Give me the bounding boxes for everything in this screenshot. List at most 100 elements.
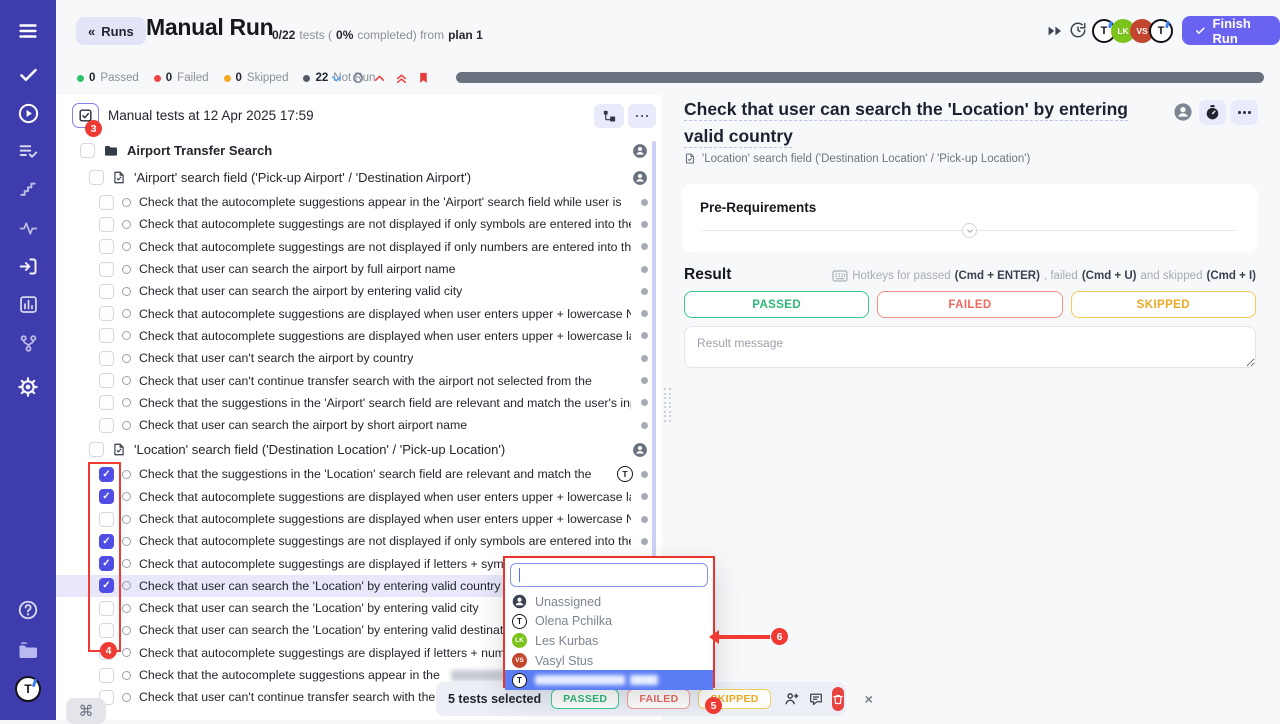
skipped-button[interactable]: SKIPPED xyxy=(1071,291,1256,318)
row-checkbox[interactable] xyxy=(99,668,114,683)
panel-resize-handle[interactable] xyxy=(664,388,671,422)
row-checkbox[interactable] xyxy=(99,534,114,549)
tree-row[interactable]: Check that autocomplete suggestions are … xyxy=(56,486,662,508)
assignee-option[interactable]: LK Les Kurbas xyxy=(505,631,713,651)
tree-row[interactable]: Check that autocomplete suggestings are … xyxy=(56,236,662,258)
integrations-icon[interactable] xyxy=(0,333,56,354)
test-status-circle xyxy=(122,287,131,296)
tree-row[interactable]: Check that user can search the airport b… xyxy=(56,414,662,436)
tree-row[interactable]: 'Location' search field ('Destination Lo… xyxy=(56,436,662,463)
bulk-close-button[interactable]: × xyxy=(865,691,873,707)
bulk-assign-icon[interactable] xyxy=(783,691,800,707)
bulk-comment-icon[interactable] xyxy=(808,692,824,707)
assignee-option-selected[interactable]: T xyxy=(505,670,713,690)
bulk-delete-button[interactable] xyxy=(832,687,844,711)
row-checkbox[interactable] xyxy=(80,143,95,158)
bulk-failed-button[interactable]: FAILED xyxy=(627,689,690,709)
assignee-search-input[interactable] xyxy=(510,563,708,587)
tree-row[interactable]: Check that autocomplete suggestions are … xyxy=(56,302,662,324)
test-case-title[interactable]: Check that user can search the 'Location… xyxy=(684,96,1162,150)
annotation-badge-4: 4 xyxy=(100,642,117,659)
tree-row[interactable]: 'Airport' search field ('Pick-up Airport… xyxy=(56,164,662,191)
shared-steps-icon[interactable] xyxy=(0,179,56,199)
row-checkbox[interactable] xyxy=(99,578,114,593)
tree-row[interactable]: Check that the suggestions in the 'Locat… xyxy=(56,463,662,485)
assignee-option[interactable]: VS Vasyl Stus xyxy=(505,651,713,671)
row-checkbox[interactable] xyxy=(99,262,114,277)
assign-user-icon[interactable] xyxy=(632,143,648,159)
suite-breadcrumb[interactable]: 'Location' search field ('Destination Lo… xyxy=(684,152,1030,165)
chevron-down-icon[interactable] xyxy=(330,72,343,85)
assign-user-icon[interactable] xyxy=(632,170,648,186)
menu-icon[interactable] xyxy=(0,20,56,42)
tree-more-button[interactable] xyxy=(628,104,656,128)
row-checkbox[interactable] xyxy=(99,418,114,433)
projects-icon[interactable] xyxy=(0,638,56,662)
tree-row[interactable]: Check that user can't continue transfer … xyxy=(56,369,662,391)
assign-user-icon[interactable] xyxy=(1173,102,1193,127)
requirements-icon[interactable] xyxy=(0,256,56,277)
row-checkbox[interactable] xyxy=(99,239,114,254)
passed-button[interactable]: PASSED xyxy=(684,291,869,318)
tree-row[interactable]: Check that user can search the airport b… xyxy=(56,258,662,280)
detail-more-button[interactable] xyxy=(1231,100,1258,125)
fast-forward-icon[interactable] xyxy=(1047,24,1063,38)
assignee-option-unassigned[interactable]: Unassigned xyxy=(505,592,713,612)
tree-row[interactable]: Check that autocomplete suggestions are … xyxy=(56,508,662,530)
tree-row[interactable]: Check that user can't search the airport… xyxy=(56,347,662,369)
row-checkbox[interactable] xyxy=(99,306,114,321)
tree-row[interactable]: Check that autocomplete suggestings are … xyxy=(56,530,662,552)
milestones-icon[interactable] xyxy=(0,218,56,239)
tree-row[interactable]: Check that user can search the airport b… xyxy=(56,280,662,302)
redacted-name xyxy=(535,675,658,685)
row-checkbox[interactable] xyxy=(99,512,114,527)
failed-button[interactable]: FAILED xyxy=(877,291,1062,318)
tree-view-button[interactable] xyxy=(594,104,624,128)
row-checkbox[interactable] xyxy=(99,623,114,638)
row-checkbox[interactable] xyxy=(99,395,114,410)
tree-row[interactable]: Airport Transfer Search xyxy=(56,137,662,164)
pre-requirements-card: Pre-Requirements xyxy=(682,184,1258,252)
circle-icon[interactable] xyxy=(352,72,364,84)
test-plans-icon[interactable] xyxy=(0,141,56,162)
help-icon[interactable] xyxy=(0,599,56,621)
collapse-toggle[interactable] xyxy=(962,223,977,238)
row-checkbox[interactable] xyxy=(99,217,114,232)
finish-run-button[interactable]: Finish Run xyxy=(1182,16,1280,45)
row-checkbox[interactable] xyxy=(99,328,114,343)
assign-user-icon[interactable] xyxy=(632,442,648,458)
reports-icon[interactable] xyxy=(0,294,56,315)
chevrons-up-icon[interactable] xyxy=(395,72,408,85)
row-checkbox[interactable] xyxy=(99,556,114,571)
row-checkbox[interactable] xyxy=(99,489,114,504)
row-checkbox[interactable] xyxy=(89,442,104,457)
chevron-up-icon[interactable] xyxy=(373,72,386,85)
tree-row[interactable]: Check that the autocomplete suggestions … xyxy=(56,191,662,213)
row-checkbox[interactable] xyxy=(99,373,114,388)
row-checkbox[interactable] xyxy=(99,195,114,210)
settings-icon[interactable] xyxy=(0,376,56,398)
result-message-input[interactable] xyxy=(684,326,1256,368)
bookmark-icon[interactable] xyxy=(417,71,430,85)
row-checkbox[interactable] xyxy=(99,467,114,482)
row-checkbox[interactable] xyxy=(99,601,114,616)
test-cases-icon[interactable] xyxy=(0,64,56,85)
profile-avatar[interactable]: T xyxy=(0,676,56,702)
tree-row[interactable]: Check that autocomplete suggestings are … xyxy=(56,213,662,235)
back-to-runs-button[interactable]: « Runs xyxy=(76,17,146,45)
row-checkbox[interactable] xyxy=(99,351,114,366)
failed-count: 0Failed xyxy=(154,72,209,84)
assignee-option[interactable]: T Olena Pchilka xyxy=(505,612,713,632)
tree-row[interactable]: Check that the suggestions in the 'Airpo… xyxy=(56,392,662,414)
row-title: Check that the autocomplete suggestions … xyxy=(139,668,440,682)
row-checkbox[interactable] xyxy=(99,284,114,299)
bulk-passed-button[interactable]: PASSED xyxy=(551,689,619,709)
test-runs-icon[interactable] xyxy=(0,102,56,125)
command-key-button[interactable]: ⌘ xyxy=(66,698,106,724)
row-checkbox[interactable] xyxy=(89,170,104,185)
test-status-circle xyxy=(122,604,131,613)
time-estimate-button[interactable] xyxy=(1199,100,1226,125)
retest-timer-icon[interactable] xyxy=(1069,21,1087,39)
test-suite-icon xyxy=(112,170,126,185)
tree-row[interactable]: Check that autocomplete suggestions are … xyxy=(56,325,662,347)
